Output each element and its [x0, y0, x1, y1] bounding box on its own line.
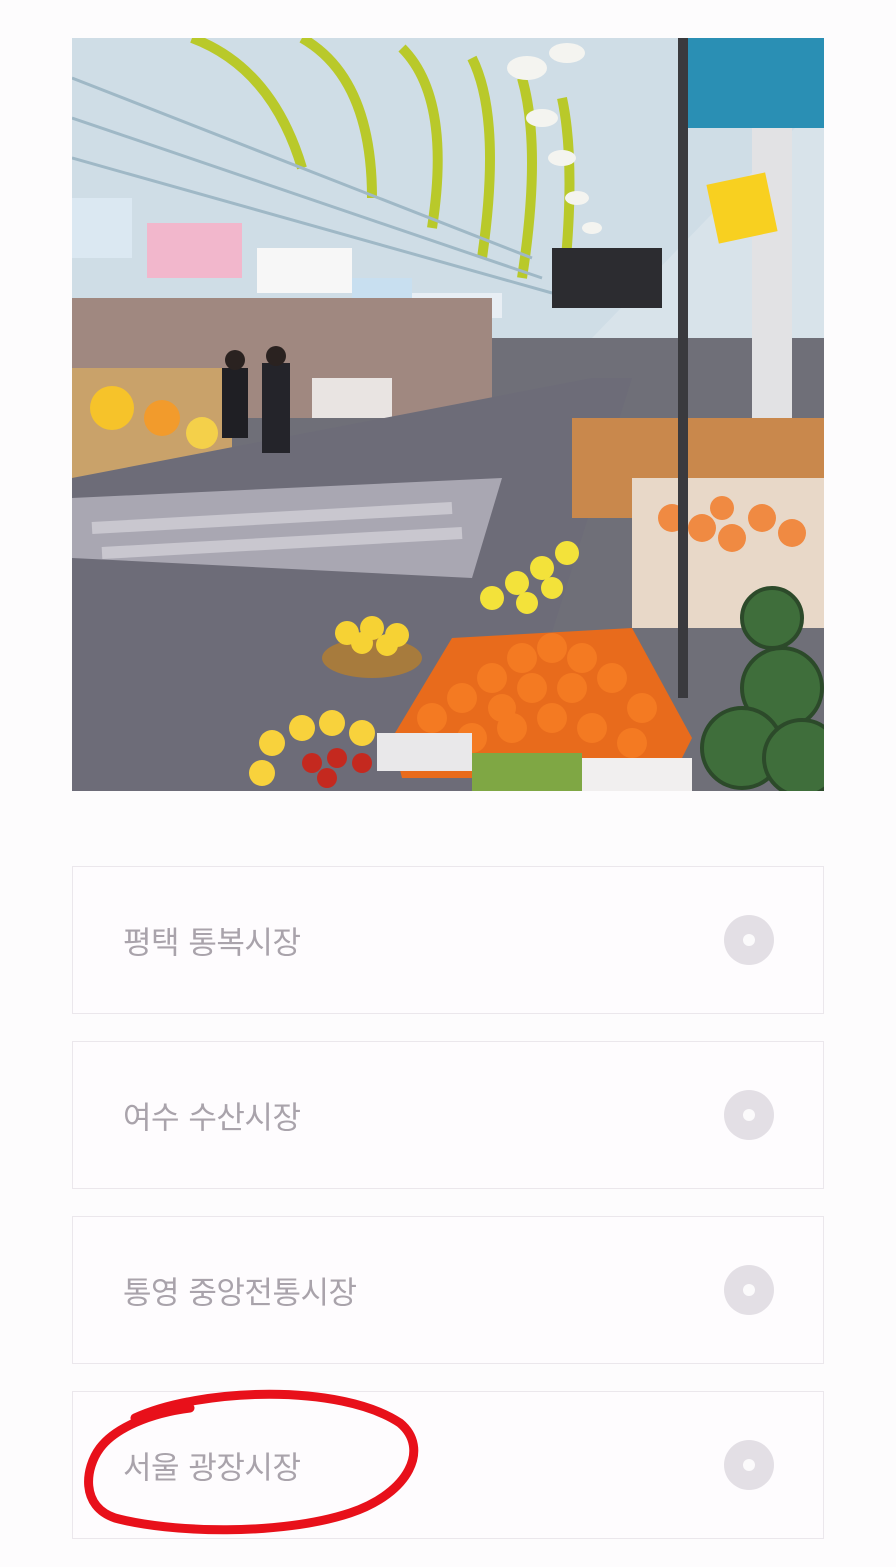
market-photo [72, 38, 824, 791]
option-pyeongtaek[interactable]: 평택 통복시장 [72, 866, 824, 1014]
option-label: 여수 수산시장 [123, 1100, 301, 1137]
radio-circle-icon[interactable] [724, 915, 774, 965]
radio-circle-icon[interactable] [724, 1090, 774, 1140]
option-label: 서울 광장시장 [123, 1450, 301, 1487]
answer-options: 평택 통복시장 여수 수산시장 통영 중앙전통시장 서울 광장시장 [72, 866, 824, 1566]
radio-circle-icon[interactable] [724, 1265, 774, 1315]
quiz-page: 평택 통복시장 여수 수산시장 통영 중앙전통시장 서울 광장시장 [0, 0, 896, 1567]
option-label: 평택 통복시장 [123, 925, 301, 962]
option-yeosu[interactable]: 여수 수산시장 [72, 1041, 824, 1189]
radio-circle-icon[interactable] [724, 1440, 774, 1490]
option-tongyeong[interactable]: 통영 중앙전통시장 [72, 1216, 824, 1364]
option-seoul[interactable]: 서울 광장시장 [72, 1391, 824, 1539]
option-label: 통영 중앙전통시장 [123, 1275, 357, 1312]
